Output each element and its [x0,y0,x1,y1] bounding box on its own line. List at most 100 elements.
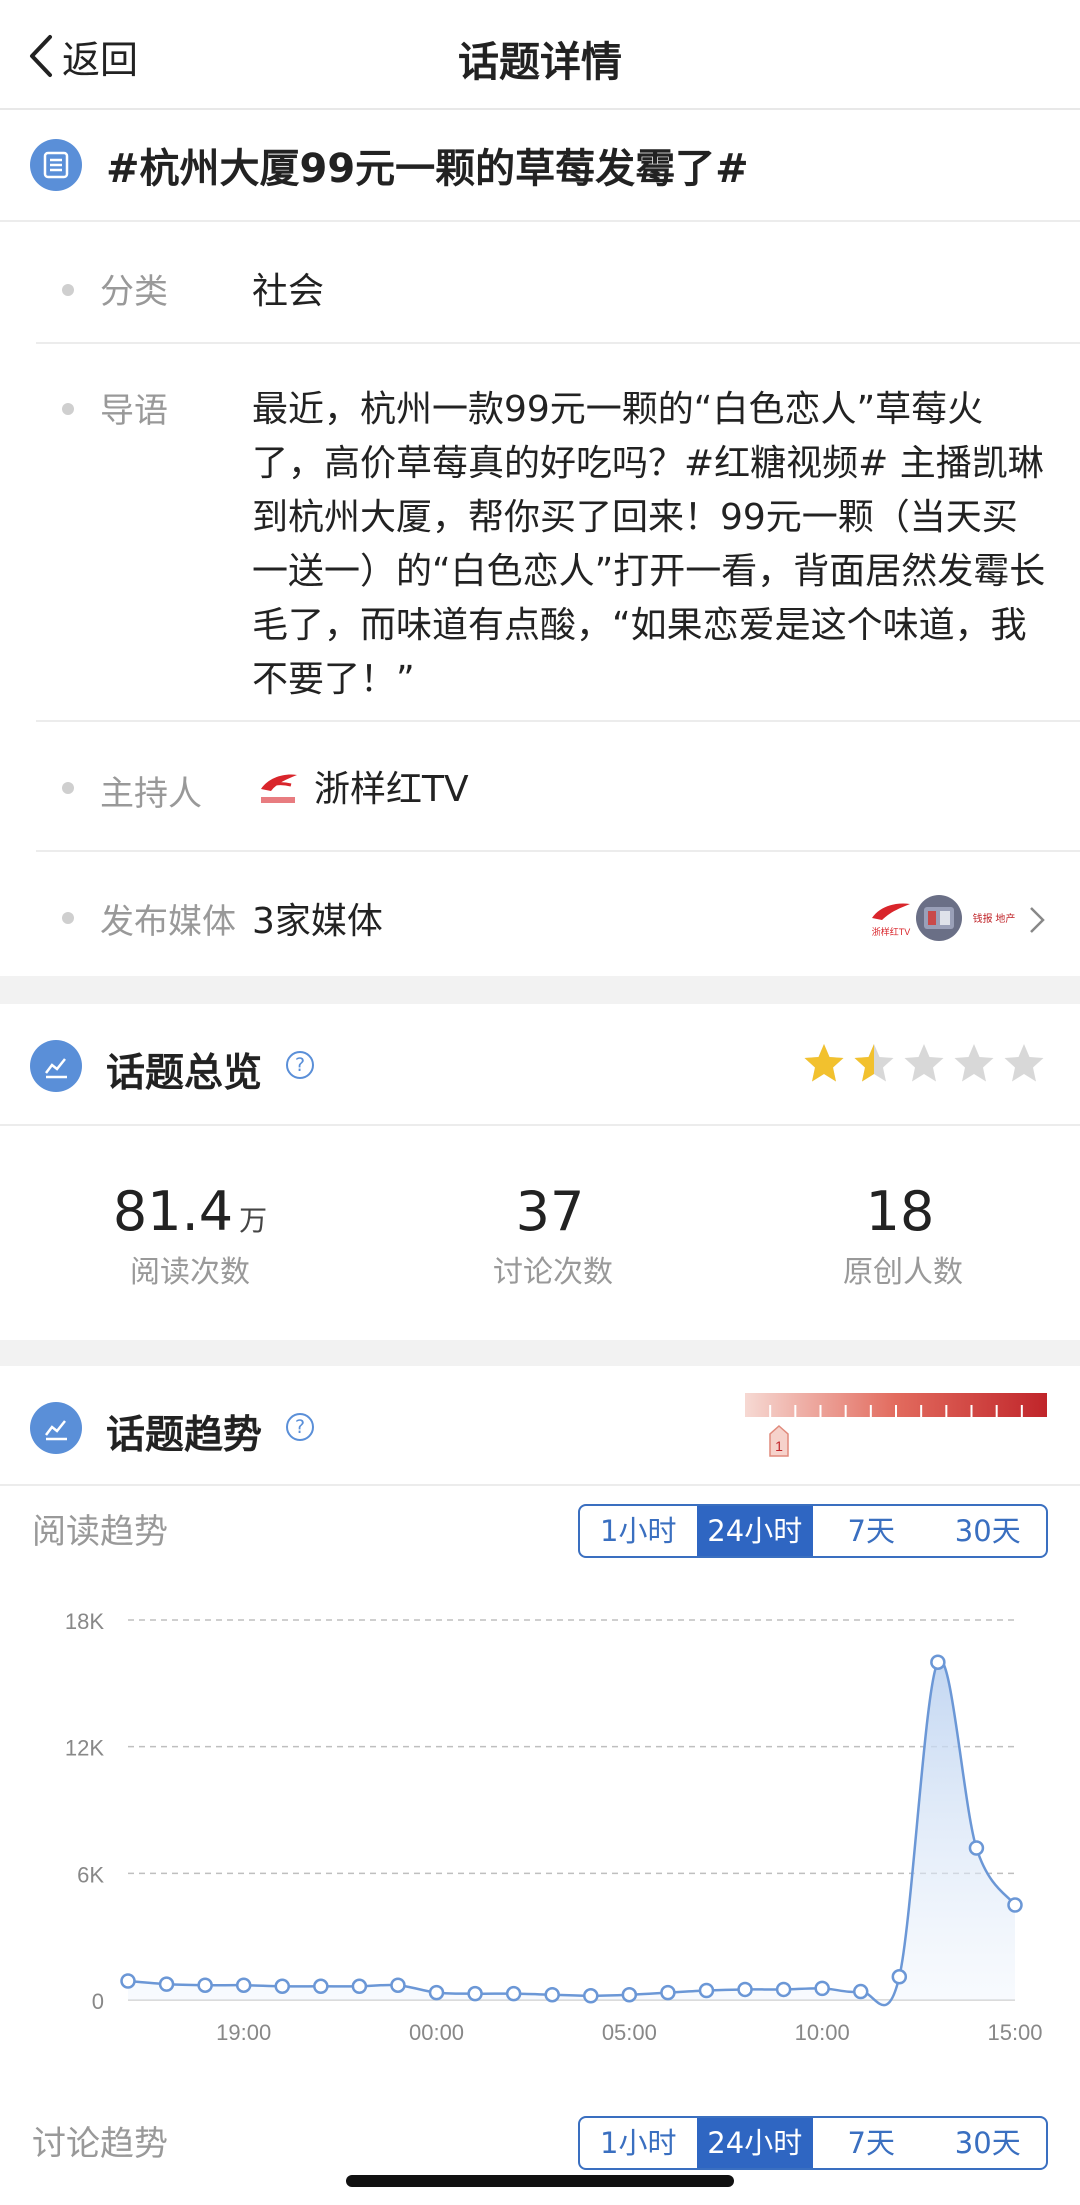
read-trend-label: 阅读趋势 [32,1512,168,1552]
divider [36,850,1080,852]
divider [36,342,1080,344]
y-tick-label: 0 [92,1989,104,2014]
star-icon [954,1044,994,1082]
y-tick-label: 12K [65,1736,104,1761]
star-icon [854,1044,894,1082]
page-title: 话题详情 [458,38,622,86]
trend-title: 话题趋势 [106,1413,263,1458]
data-point[interactable] [930,1654,946,1670]
x-tick-label: 05:00 [602,2020,657,2045]
topic-title: #杭州大厦99元一颗的草莓发霉了# [106,146,749,192]
data-point[interactable] [621,1986,638,2003]
stat-label: 讨论次数 [493,1255,613,1290]
section-gap [0,1340,1080,1366]
stat-label: 原创人数 [843,1255,963,1290]
data-point[interactable] [235,1977,252,1993]
data-point[interactable] [737,1981,753,1998]
stat-value: 37 [515,1180,585,1243]
category-value: 社会 [252,271,325,312]
star-icon [904,1044,944,1082]
host-logo-icon[interactable] [255,765,301,811]
help-icon[interactable]: ? [286,1051,314,1079]
data-point[interactable] [968,1840,985,1856]
stat-unit: 万 [239,1204,268,1237]
read-trend-chart: 18K 12K 6K 0 19:00 00:00 05:00 10:00 15:00 [65,1609,1043,2045]
data-point[interactable] [313,1978,329,1995]
chart-icon [30,1402,82,1454]
stat-label: 阅读次数 [130,1255,250,1290]
chevron-right-icon[interactable] [1028,905,1046,935]
star-icon [804,1044,844,1082]
heat-level-marker: 1 [769,1424,789,1457]
trend-header: 话题趋势 ? [0,1366,1080,1486]
intro-text: 最近，杭州一款99元一颗的“白色恋人”草莓火了，高价草莓真的好吃吗？#红糖视频#… [252,389,1046,700]
page: 返回 话题详情 #杭州大厦99元一颗的草莓发霉了# 分类 社会 导语 最近，杭州… [0,0,1080,2205]
tab-24h[interactable]: 24小时 [696,2118,813,2168]
stat-value: 18 [865,1180,935,1243]
data-point[interactable] [891,1969,908,1985]
x-tick-label: 19:00 [216,2020,271,2045]
tab-30d[interactable]: 30天 [930,1506,1047,1556]
list-icon [30,139,82,191]
x-tick-label: 10:00 [795,2020,850,2045]
data-point[interactable] [274,1978,291,1995]
data-point[interactable] [544,1986,560,2003]
media-logo-1-icon: 浙样红TV [872,903,911,937]
star-icon [1004,1044,1044,1082]
media-logo-1-text: 浙样红TV [872,926,911,937]
media-logo-2-icon [916,895,962,941]
data-point[interactable] [197,1977,213,1993]
data-point[interactable] [814,1980,830,1997]
series-area [128,1660,1015,2006]
data-point[interactable] [505,1985,522,2002]
media-label: 发布媒体 [100,902,236,942]
data-point[interactable] [698,1982,715,1999]
data-point[interactable] [351,1978,368,1995]
data-point[interactable] [852,1983,869,2000]
tab-7d[interactable]: 7天 [813,2118,930,2168]
bullet-dot [62,912,74,924]
section-gap [0,976,1080,1004]
bullet-dot [62,782,74,794]
tab-7d[interactable]: 7天 [813,1506,930,1556]
read-trend-tabs: 1小时 24小时 7天 30天 [578,1504,1048,1558]
data-point[interactable] [467,1985,483,2002]
tab-1h[interactable]: 1小时 [580,2118,697,2168]
data-point[interactable] [390,1977,406,1993]
media-logo-3-text: 钱报 地产 [973,912,1016,925]
tab-1h[interactable]: 1小时 [580,1506,697,1556]
x-tick-label: 00:00 [409,2020,464,2045]
data-point[interactable] [583,1988,599,2004]
topic-header: #杭州大厦99元一颗的草莓发霉了# [0,110,1080,222]
home-indicator [346,2175,734,2187]
data-point[interactable] [1007,1897,1023,1913]
y-tick-label: 18K [65,1609,104,1634]
series-line [127,1659,1017,2007]
bullet-dot [62,403,74,415]
heat-level-text: 1 [775,1438,783,1454]
data-point[interactable] [428,1984,445,2001]
chart-icon [30,1040,82,1092]
data-point[interactable] [120,1973,136,1989]
host-label: 主持人 [100,774,202,814]
stat-reads: 81.4 万 阅读次数 [40,1180,340,1291]
tab-24h[interactable]: 24小时 [696,1506,813,1556]
heat-scale-ticks [769,1405,1023,1419]
help-icon[interactable]: ? [286,1413,314,1441]
tab-30d[interactable]: 30天 [930,2118,1047,2168]
host-name[interactable]: 浙样红TV [314,760,469,812]
media-logo-3-icon: 钱报 地产 [973,912,1016,925]
intro-label: 导语 [100,391,168,431]
x-tick-label: 15:00 [987,2020,1042,2045]
data-point[interactable] [158,1976,175,1992]
data-point[interactable] [660,1984,676,2001]
stat-discussions: 37 讨论次数 [403,1180,703,1291]
overview-title: 话题总览 [106,1051,263,1096]
rating-stars [800,1040,1050,1088]
data-point[interactable] [775,1981,792,1998]
host-row: 主持人 [36,760,1080,820]
discuss-trend-tabs: 1小时 24小时 7天 30天 [578,2116,1048,2170]
media-count: 3家媒体 [252,901,383,942]
media-logos[interactable]: 浙样红TV 钱报 地产 [868,893,1024,943]
stat-value: 81.4 [112,1180,234,1243]
